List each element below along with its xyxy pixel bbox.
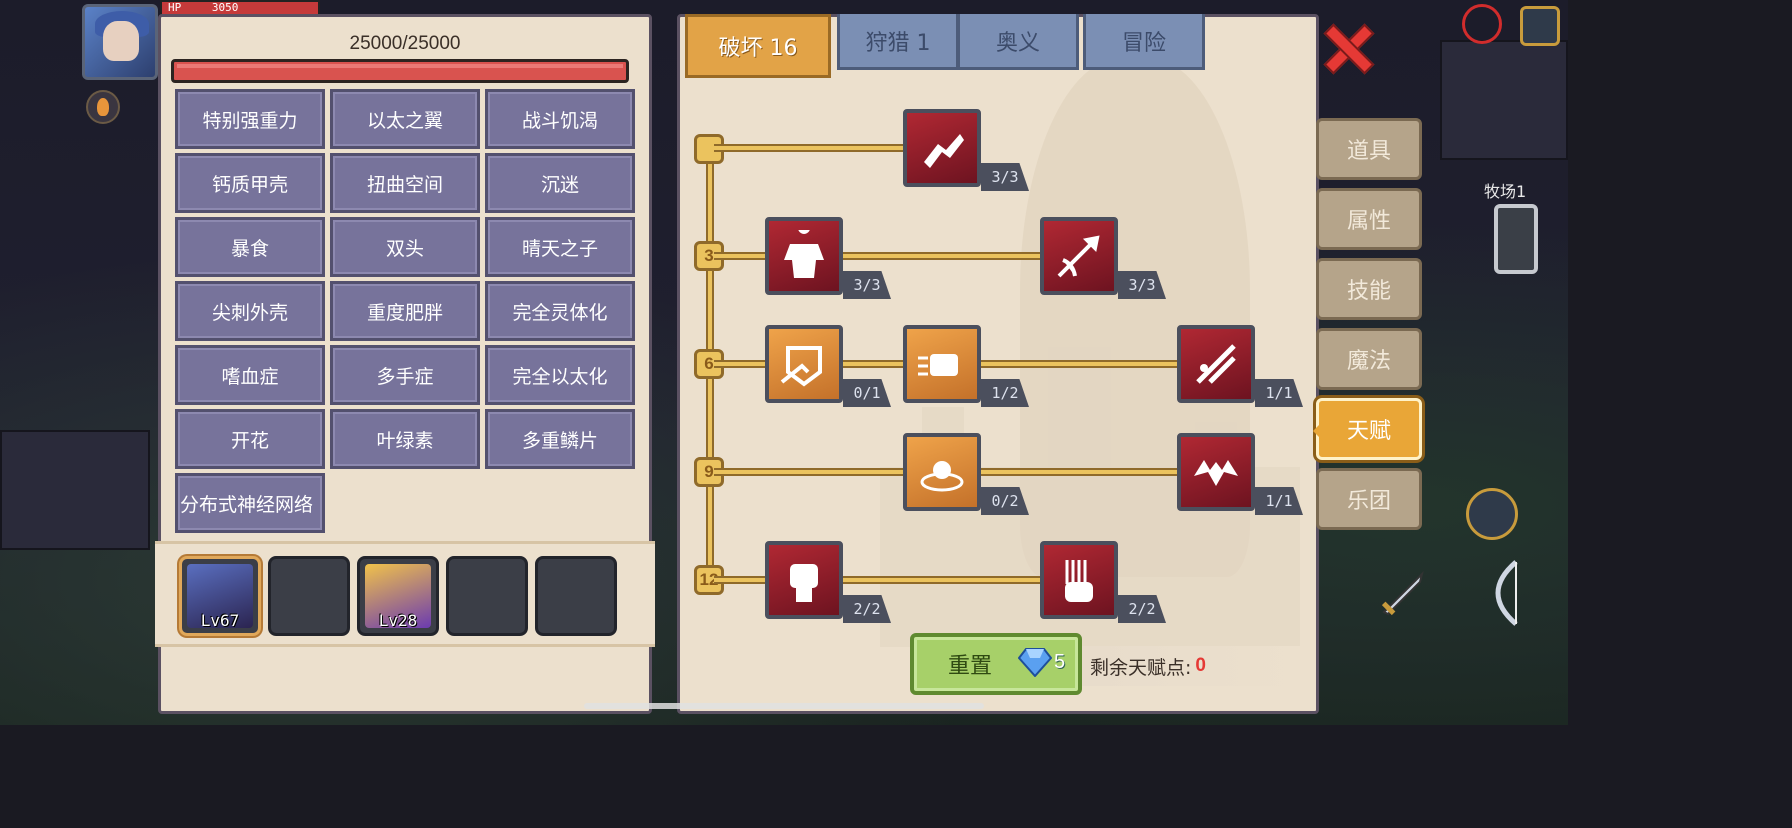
reset-button[interactable]: 重置 5 (910, 633, 1082, 695)
pet-level: Lv28 (378, 611, 418, 630)
hp-text: 25000/25000 (349, 33, 461, 54)
trait-item[interactable]: 多重鳞片 (485, 409, 635, 469)
trait-item[interactable]: 分布式神经网络 (175, 473, 325, 533)
reset-label: 重置 (948, 654, 993, 679)
tab-3[interactable]: 冒险 (1083, 14, 1205, 70)
trait-item[interactable]: 尖刺外壳 (175, 281, 325, 341)
sword-icon[interactable] (1376, 566, 1430, 620)
trait-item[interactable]: 暴食 (175, 217, 325, 277)
side-menu-item[interactable]: 乐团 (1316, 468, 1422, 530)
remaining-talent-points: 剩余天赋点: 0 (1082, 646, 1312, 686)
trait-item[interactable]: 钙质甲壳 (175, 153, 325, 213)
talent-node[interactable] (1040, 541, 1118, 619)
hp-bar-value: 3050 (211, 1, 239, 14)
close-icon[interactable] (1322, 22, 1370, 70)
points-value: 0 (1195, 655, 1206, 676)
trait-item[interactable]: 沉迷 (485, 153, 635, 213)
talent-node[interactable] (765, 325, 843, 403)
exit-icon[interactable] (1520, 6, 1560, 46)
trait-item[interactable]: 双头 (330, 217, 480, 277)
trait-item[interactable]: 完全以太化 (485, 345, 635, 405)
skill-badge-icon[interactable] (1466, 488, 1518, 540)
bow-icon[interactable] (1476, 558, 1528, 628)
talent-node[interactable] (1177, 325, 1255, 403)
side-menu-item[interactable]: 道具 (1316, 118, 1422, 180)
piercing-arrow-icon (1057, 235, 1100, 278)
trait-item[interactable]: 特别强重力 (175, 89, 325, 149)
pet-slot[interactable] (446, 556, 528, 636)
pet-slot[interactable]: Lv67 (179, 556, 261, 636)
diamond-icon (1018, 648, 1052, 677)
trait-item[interactable]: 多手症 (330, 345, 480, 405)
player-avatar[interactable] (82, 4, 158, 80)
tab-2[interactable]: 奥义 (957, 14, 1079, 70)
pet-slot[interactable]: Lv28 (357, 556, 439, 636)
raised-fist-icon (790, 564, 818, 602)
trait-grid: 特别强重力 以太之翼 战斗饥渴钙质甲壳 扭曲空间 沉迷暴食 双头 晴天之子尖刺外壳 重度肥胖完… (175, 89, 637, 533)
trait-item[interactable]: 战斗饥渴 (485, 89, 635, 149)
slash-strike-icon (1196, 344, 1236, 384)
tree-branch (714, 576, 1040, 584)
tab-0[interactable]: 破坏 16 (685, 14, 831, 78)
demon-wing-icon (1194, 460, 1238, 486)
orb-ripple-icon (920, 461, 964, 492)
avatar-face (103, 21, 139, 61)
trait-item[interactable]: 开花 (175, 409, 325, 469)
side-menu-item[interactable]: 技能 (1316, 258, 1422, 320)
globe-icon[interactable] (1462, 4, 1502, 44)
pet-slot[interactable] (268, 556, 350, 636)
talent-node[interactable] (1177, 433, 1255, 511)
traits-panel: 25000/25000 特别强重力 以太之翼 战斗饥渴钙质甲壳 扭曲空间 沉迷暴食 双头晴… (155, 14, 655, 714)
pet-level: Lv67 (200, 611, 240, 630)
tree-branch (714, 252, 1040, 260)
side-menu-item[interactable]: 天赋 (1313, 398, 1422, 460)
talent-node[interactable] (903, 325, 981, 403)
talent-node[interactable] (765, 217, 843, 295)
trait-item[interactable]: 完全灵体化 (485, 281, 635, 341)
flame-icon[interactable] (86, 90, 120, 124)
home-indicator (584, 703, 984, 709)
pet-slot[interactable] (535, 556, 617, 636)
power-palm-icon (1065, 560, 1093, 602)
punch-fist-icon (918, 354, 958, 376)
gem-cost: 5 (1054, 651, 1066, 673)
muscle-body-icon (784, 230, 824, 278)
talent-node[interactable] (1040, 217, 1118, 295)
hp-bar-label: HP (168, 1, 182, 14)
trait-item[interactable]: 叶绿素 (330, 409, 480, 469)
tree-branch (714, 144, 905, 152)
tab-1[interactable]: 狩猎 1 (837, 14, 959, 70)
hp-progress-bar (171, 59, 629, 83)
talent-node[interactable] (765, 541, 843, 619)
trait-item[interactable]: 嗜血症 (175, 345, 325, 405)
world-tile (1440, 40, 1568, 160)
side-menu-item[interactable]: 属性 (1316, 188, 1422, 250)
side-menu-item[interactable]: 魔法 (1316, 328, 1422, 390)
phone-icon[interactable] (1494, 204, 1538, 274)
trait-item[interactable]: 晴天之子 (485, 217, 635, 277)
pet-strip: Lv67 Lv28 (155, 541, 655, 647)
talent-node[interactable] (903, 433, 981, 511)
arm-wrestle-icon (924, 134, 964, 168)
talent-node[interactable] (903, 109, 981, 187)
world-tile (0, 430, 150, 550)
trait-item[interactable]: 以太之翼 (330, 89, 480, 149)
points-label: 剩余天赋点: (1090, 656, 1192, 679)
map-location-label: 牧场1 (1484, 182, 1527, 201)
shield-break-icon (780, 346, 822, 387)
trait-item[interactable]: 重度肥胖 (330, 281, 480, 341)
trait-item[interactable]: 扭曲空间 (330, 153, 480, 213)
